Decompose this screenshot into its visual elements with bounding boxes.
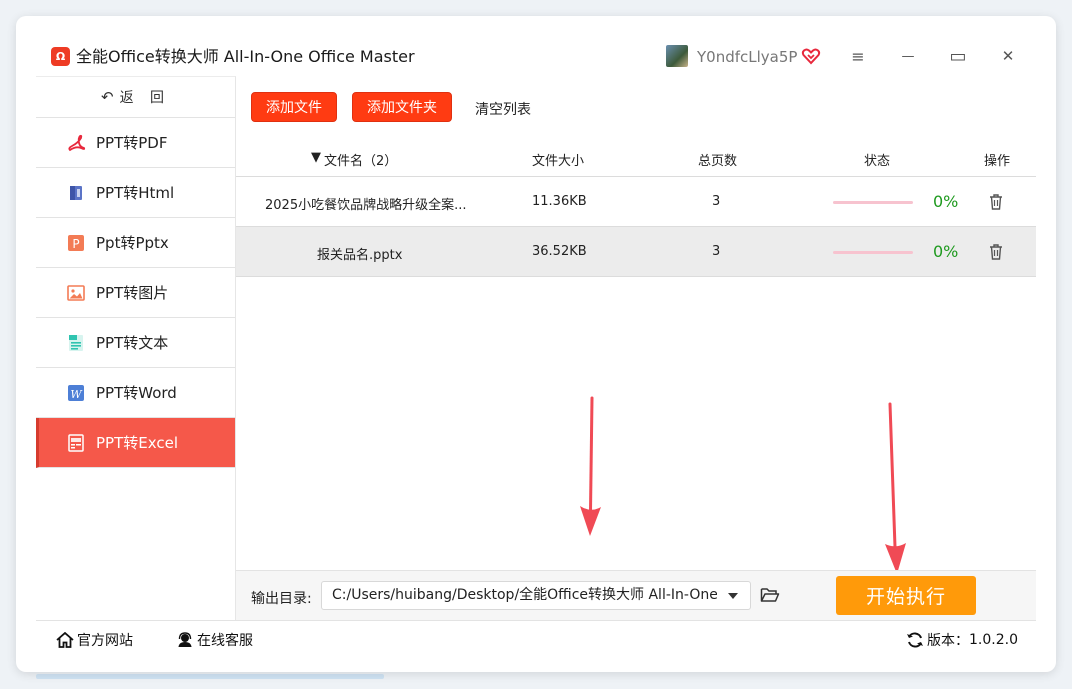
chevron-down-icon[interactable] (728, 593, 738, 599)
username[interactable]: Y0ndfcLlya5P (697, 47, 797, 67)
back-label: 返 回 (119, 90, 171, 106)
delete-icon[interactable] (988, 193, 1004, 211)
svg-text:W: W (70, 388, 83, 401)
headset-icon (178, 632, 192, 647)
svg-text:P: P (72, 237, 79, 251)
file-name: 2025小吃餐饮品牌战略升级全案... (265, 198, 467, 213)
delete-icon[interactable] (988, 243, 1004, 261)
sidebar-item-ppt-to-excel[interactable]: PPT转Excel (36, 418, 235, 468)
text-icon (66, 333, 86, 353)
file-size: 36.52KB (532, 244, 587, 259)
annotation-arrow-icon (885, 402, 906, 574)
column-header-status: 状态 (864, 154, 891, 169)
sidebar-item-ppt-to-text[interactable]: PPT转文本 (36, 318, 235, 368)
output-dir-select[interactable]: C:/Users/huibang/Desktop/全能Office转换大师 Al… (321, 581, 751, 610)
output-dir-value: C:/Users/huibang/Desktop/全能Office转换大师 Al… (332, 587, 717, 603)
sidebar: ↶ 返 回 PPT转PDF PPT转Html P Ppt转Pptx PPT转图片… (36, 76, 236, 620)
sidebar-item-label: PPT转文本 (96, 334, 169, 352)
menu-icon[interactable]: ≡ (846, 44, 870, 68)
progress-percent: 0% (933, 242, 959, 261)
sidebar-item-label: Ppt转Pptx (96, 234, 169, 252)
column-header-action: 操作 (984, 154, 1011, 169)
vip-heart-icon[interactable] (801, 46, 821, 66)
user-avatar[interactable] (666, 45, 688, 67)
sidebar-item-ppt-to-pptx[interactable]: P Ppt转Pptx (36, 218, 235, 268)
sidebar-item-label: PPT转Word (96, 384, 177, 402)
app-title: 全能Office转换大师 All-In-One Office Master (76, 47, 415, 66)
sidebar-item-ppt-to-pdf[interactable]: PPT转PDF (36, 118, 235, 168)
home-icon (56, 632, 74, 648)
pdf-icon (66, 133, 86, 153)
clear-list-button[interactable]: 清空列表 (475, 99, 531, 119)
official-website-link[interactable]: 官方网站 (56, 630, 133, 650)
version-number: 1.0.2.0 (969, 632, 1018, 648)
version-info[interactable]: 版本： 1.0.2.0 (906, 630, 1018, 650)
file-size: 11.36KB (532, 194, 587, 209)
footer: 官方网站 在线客服 版本： 1.0.2.0 (36, 620, 1036, 656)
image-icon (66, 283, 86, 303)
sidebar-item-ppt-to-image[interactable]: PPT转图片 (36, 268, 235, 318)
official-website-label: 官方网站 (77, 633, 133, 649)
app-window: Ω 全能Office转换大师 All-In-One Office Master … (16, 16, 1056, 672)
online-support-label: 在线客服 (197, 633, 253, 649)
sidebar-item-label: PPT转Excel (96, 434, 178, 452)
output-dir-label: 输出目录: (251, 591, 312, 607)
version-label: 版本： (927, 633, 969, 649)
refresh-icon (907, 632, 923, 648)
sidebar-item-label: PPT转PDF (96, 134, 168, 152)
taskbar-strip (36, 674, 384, 679)
word-icon: W (66, 383, 86, 403)
table-header: ▼ 文件名（2） 文件大小 总页数 状态 操作 (236, 140, 1036, 177)
back-button[interactable]: ↶ 返 回 (36, 77, 235, 118)
start-button[interactable]: 开始执行 (836, 576, 976, 615)
output-bar: 输出目录: C:/Users/huibang/Desktop/全能Office转… (236, 570, 1036, 620)
table-row[interactable]: 报关品名.pptx 36.52KB 3 0% (236, 227, 1036, 277)
progress-bar (833, 201, 913, 204)
page-count: 3 (712, 244, 721, 259)
add-folder-button[interactable]: 添加文件夹 (352, 92, 452, 122)
page-count: 3 (712, 194, 721, 209)
excel-icon (66, 433, 86, 453)
app-logo-icon: Ω (51, 47, 70, 66)
column-header-size: 文件大小 (532, 154, 585, 169)
sidebar-item-ppt-to-word[interactable]: W PPT转Word (36, 368, 235, 418)
html-icon (66, 183, 86, 203)
folder-open-icon[interactable] (760, 586, 780, 604)
sidebar-item-label: PPT转Html (96, 184, 175, 202)
minimize-icon[interactable]: — (896, 44, 920, 68)
online-support-link[interactable]: 在线客服 (176, 630, 253, 650)
file-name: 报关品名.pptx (317, 248, 403, 263)
maximize-icon[interactable]: ▭ (946, 44, 970, 68)
close-icon[interactable]: ✕ (996, 44, 1020, 68)
annotation-arrow-icon (580, 396, 601, 536)
sort-desc-icon[interactable]: ▼ (311, 150, 321, 165)
table-row[interactable]: 2025小吃餐饮品牌战略升级全案... 11.36KB 3 0% (236, 177, 1036, 227)
sidebar-item-ppt-to-html[interactable]: PPT转Html (36, 168, 235, 218)
back-arrow-icon: ↶ (100, 88, 114, 106)
title-bar: Ω 全能Office转换大师 All-In-One Office Master … (16, 16, 1056, 76)
sidebar-item-label: PPT转图片 (96, 284, 169, 302)
column-header-pages: 总页数 (698, 154, 738, 169)
progress-bar (833, 251, 913, 254)
add-file-button[interactable]: 添加文件 (251, 92, 337, 122)
progress-percent: 0% (933, 192, 959, 211)
column-header-name[interactable]: 文件名（2） (324, 150, 397, 169)
pptx-icon: P (66, 233, 86, 253)
